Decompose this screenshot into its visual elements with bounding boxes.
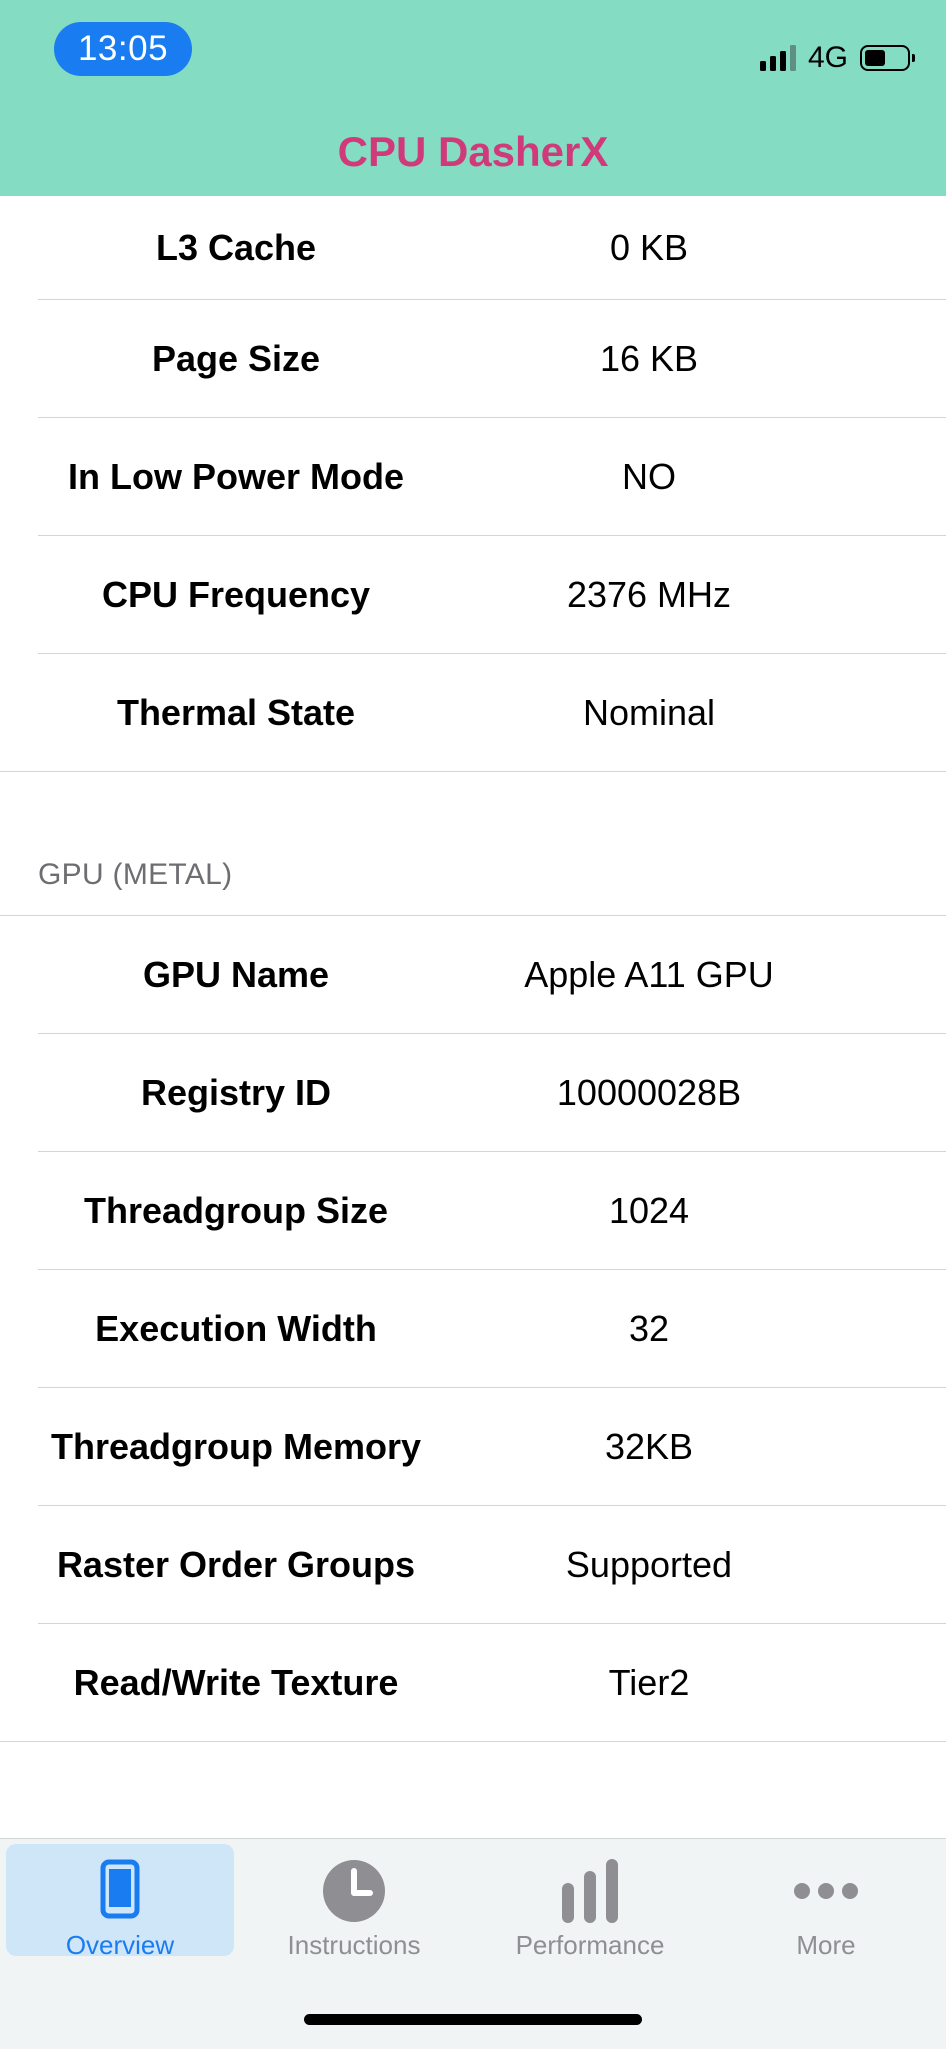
row-value: Tier2: [608, 1662, 690, 1703]
row-value: 32KB: [604, 1426, 694, 1467]
table-row: Thermal State Nominal: [0, 654, 946, 772]
table-row: Page Size 16 KB: [0, 300, 946, 418]
row-label: Execution Width: [95, 1308, 377, 1349]
table-row: Execution Width 32: [0, 1270, 946, 1388]
row-label: Read/Write Texture: [73, 1662, 399, 1703]
row-label: Registry ID: [140, 1072, 332, 1113]
row-value: 0 KB: [609, 227, 689, 268]
table-row: In Low Power Mode NO: [0, 418, 946, 536]
table-row: CPU Frequency 2376 MHz: [0, 536, 946, 654]
tab-more[interactable]: More: [712, 1844, 940, 1960]
app-header: 13:05 4G CPU DasherX: [0, 0, 946, 196]
tab-overview[interactable]: Overview: [6, 1844, 234, 1960]
network-type: 4G: [807, 41, 848, 74]
status-indicators: 4G: [759, 40, 915, 76]
battery-icon: [860, 45, 915, 71]
table-row: Raster Order Groups Supported: [0, 1506, 946, 1624]
cellular-signal-icon: [759, 45, 796, 71]
row-label: GPU Name: [142, 954, 330, 995]
section-header-gpu: GPU (METAL): [38, 858, 233, 891]
tab-performance[interactable]: Performance: [476, 1844, 704, 1960]
more-dots-icon: [794, 1883, 858, 1899]
phone-icon: [100, 1859, 140, 1919]
home-indicator[interactable]: [304, 2014, 642, 2025]
row-label: L3 Cache: [155, 227, 317, 268]
row-value: Supported: [565, 1544, 733, 1585]
clock-icon: [323, 1860, 385, 1922]
table-row: L3 Cache 0 KB: [0, 196, 946, 300]
row-value: 1024: [608, 1190, 690, 1231]
row-label: Threadgroup Memory: [50, 1426, 422, 1467]
row-value: 32: [628, 1308, 670, 1349]
row-value: NO: [622, 456, 676, 497]
table-row: GPU Name Apple A11 GPU: [0, 916, 946, 1034]
tab-label: More: [796, 1930, 856, 1960]
row-label: Raster Order Groups: [56, 1544, 416, 1585]
table-row: Registry ID 10000028B: [0, 1034, 946, 1152]
table-row: Threadgroup Memory 32KB: [0, 1388, 946, 1506]
tab-instructions[interactable]: Instructions: [240, 1844, 468, 1960]
row-label: CPU Frequency: [101, 574, 371, 615]
status-time: 13:05: [54, 22, 192, 76]
row-value: Apple A11 GPU: [524, 954, 774, 995]
row-label: Page Size: [151, 338, 321, 379]
row-label: Threadgroup Size: [83, 1190, 389, 1231]
table-row: Read/Write Texture Tier2: [0, 1624, 946, 1742]
page-title: CPU DasherX: [337, 128, 609, 175]
cpu-info-list: L3 Cache 0 KB Page Size 16 KB In Low Pow…: [0, 196, 946, 772]
tab-label: Overview: [65, 1930, 175, 1960]
bar-chart-icon: [562, 1859, 618, 1923]
gpu-info-list: GPU Name Apple A11 GPU Registry ID 10000…: [0, 916, 946, 1742]
row-label: Thermal State: [116, 692, 356, 733]
row-value: 2376 MHz: [566, 574, 732, 615]
row-value: Nominal: [582, 692, 716, 733]
table-row: Threadgroup Size 1024: [0, 1152, 946, 1270]
tab-label: Performance: [515, 1930, 665, 1960]
row-label: In Low Power Mode: [67, 456, 404, 497]
row-value: 10000028B: [556, 1072, 742, 1113]
tab-label: Instructions: [287, 1930, 421, 1960]
row-value: 16 KB: [599, 338, 699, 379]
